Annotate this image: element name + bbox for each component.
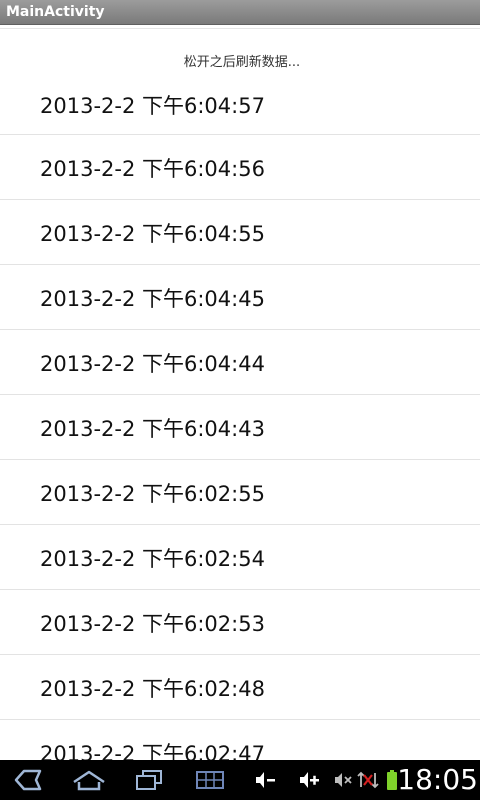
- list-item-text: 2013-2-2 下午6:04:56: [40, 157, 265, 181]
- list-item-text: 2013-2-2 下午6:02:55: [40, 482, 265, 506]
- mute-status: [332, 766, 354, 794]
- volume-down-button[interactable]: [252, 766, 278, 794]
- list-item-text: 2013-2-2 下午6:02:48: [40, 677, 265, 701]
- refresh-hint: 松开之后刷新数据...: [183, 55, 301, 70]
- list-item-text: 2013-2-2 下午6:04:55: [40, 222, 265, 246]
- pull-to-refresh-list-view[interactable]: 松开之后刷新数据... 2013-2-2 下午6:04:57 2013-2-2 …: [0, 25, 480, 760]
- list-item-text: 2013-2-2 下午6:02:54: [40, 547, 265, 571]
- list-item-text: 2013-2-2 下午6:04:45: [40, 287, 265, 311]
- list-item[interactable]: 2013-2-2 下午6:04:44: [0, 330, 480, 395]
- timestamp-list[interactable]: 2013-2-2 下午6:04:57 2013-2-2 下午6:04:56 20…: [0, 70, 480, 760]
- list-item-text: 2013-2-2 下午6:04:43: [40, 417, 265, 441]
- battery-icon: [387, 770, 397, 790]
- screenshot-icon: [196, 771, 224, 789]
- list-item[interactable]: 2013-2-2 下午6:04:45: [0, 265, 480, 330]
- volume-down-icon: [256, 772, 275, 788]
- recent-apps-icon: [136, 770, 162, 790]
- mute-icon: [335, 773, 352, 787]
- network-icon: [357, 771, 379, 789]
- system-navigation-bar: 18:05: [0, 760, 480, 800]
- list-item[interactable]: 2013-2-2 下午6:04:43: [0, 395, 480, 460]
- list-item-text: 2013-2-2 下午6:04:57: [40, 94, 265, 118]
- home-icon: [73, 770, 105, 791]
- list-item[interactable]: 2013-2-2 下午6:04:56: [0, 135, 480, 200]
- list-item[interactable]: 2013-2-2 下午6:04:55: [0, 200, 480, 265]
- list-item[interactable]: 2013-2-2 下午6:02:55: [0, 460, 480, 525]
- list-item[interactable]: 2013-2-2 下午6:04:57: [0, 70, 480, 135]
- app-title: MainActivity: [6, 4, 105, 20]
- list-item[interactable]: 2013-2-2 下午6:02:53: [0, 590, 480, 655]
- list-item[interactable]: 2013-2-2 下午6:02:47: [0, 720, 480, 760]
- back-icon: [14, 769, 42, 791]
- home-button[interactable]: [70, 766, 108, 794]
- list-item[interactable]: 2013-2-2 下午6:02:48: [0, 655, 480, 720]
- divider: [0, 28, 480, 29]
- volume-up-button[interactable]: [296, 766, 322, 794]
- app-title-bar: MainActivity: [0, 0, 480, 25]
- status-clock: 18:05: [397, 763, 478, 796]
- volume-up-icon: [300, 772, 319, 788]
- network-status: [356, 766, 380, 794]
- back-button[interactable]: [10, 766, 46, 794]
- screenshot-button[interactable]: [193, 766, 227, 794]
- list-item-text: 2013-2-2 下午6:02:47: [40, 742, 265, 760]
- recent-apps-button[interactable]: [132, 766, 166, 794]
- list-item-text: 2013-2-2 下午6:02:53: [40, 612, 265, 636]
- list-item-text: 2013-2-2 下午6:04:44: [40, 352, 265, 376]
- list-item[interactable]: 2013-2-2 下午6:02:54: [0, 525, 480, 590]
